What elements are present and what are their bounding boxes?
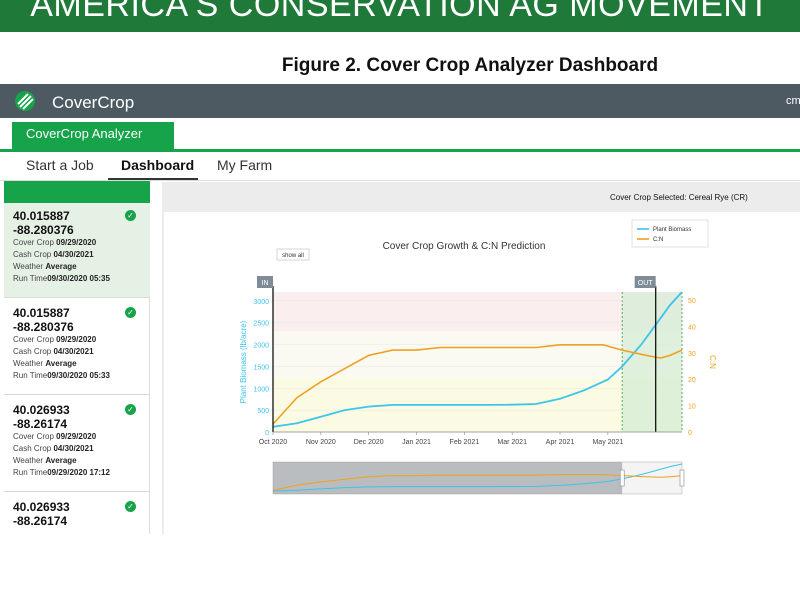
legend — [631, 219, 709, 248]
x-tick-label: May 2021 — [592, 439, 623, 446]
x-tick-label: Apr 2021 — [546, 439, 575, 446]
cash-crop-label: Cash Crop — [13, 347, 52, 356]
job-card[interactable]: 40.026933 -88.26174 Cover Crop 09/29/202… — [4, 397, 150, 492]
weather-label: Weather — [13, 456, 44, 465]
job-card[interactable]: 40.015887 -88.280376 Cover Crop 09/29/20… — [4, 203, 150, 298]
tab-start-a-job[interactable]: Start a Job — [26, 157, 94, 173]
chart-title: Cover Crop Growth & C:N Prediction — [383, 241, 546, 252]
cover-crop-label: Cover Crop — [13, 432, 54, 441]
x-tick-label: Dec 2020 — [354, 439, 384, 446]
x-tick-label: Feb 2021 — [450, 439, 480, 446]
selected-crop: Cover Crop Selected: Cereal Rye (CR) — [610, 193, 748, 202]
check-icon: ✓ — [125, 210, 136, 221]
tab-my-farm[interactable]: My Farm — [217, 157, 272, 173]
growth-chart: IN OUT 0 500 1000 1500 2000 2500 3000 0 10 20 30 40 5… — [239, 219, 717, 495]
chart-panel: IN OUT 0 500 1000 1500 2000 2500 3000 0 10 20 30 40 5… — [164, 212, 800, 534]
cash-crop-date: 04/30/2021 — [53, 250, 94, 259]
y2-tick-label: 20 — [688, 377, 696, 384]
tab-covercrop-analyzer[interactable]: CoverCrop Analyzer — [12, 122, 174, 152]
figure-title: Figure 2. Cover Crop Analyzer Dashboard — [281, 55, 659, 76]
y-axis-label: Plant Biomass (lb/acre) — [239, 320, 248, 403]
tab-dashboard[interactable]: Dashboard — [121, 157, 194, 173]
job-longitude: -88.280376 — [13, 320, 74, 334]
in-label: IN — [262, 280, 269, 287]
background-band — [273, 292, 682, 332]
y-tick-label: 0 — [265, 430, 269, 437]
y2-tick-label: 50 — [688, 298, 696, 305]
out-label: OUT — [638, 280, 654, 287]
job-card[interactable]: 40.026933 -88.26174 ✓ — [4, 494, 150, 589]
cover-crop-label: Cover Crop — [13, 335, 54, 344]
legend-label-biomass: Plant Biomass — [653, 227, 691, 233]
y-tick-label: 2000 — [253, 343, 269, 350]
run-time-value: 09/30/2020 05:33 — [47, 371, 110, 380]
run-time-label: Run Time — [13, 371, 48, 380]
x-tick-label: Oct 2020 — [259, 439, 288, 446]
job-list: 40.015887 -88.280376 Cover Crop 09/29/20… — [4, 181, 150, 534]
cover-crop-date: 09/29/2020 — [56, 432, 97, 441]
y-tick-label: 3000 — [253, 299, 269, 306]
run-time-value: 09/29/2020 17:12 — [47, 468, 110, 477]
show-all-label[interactable]: show all — [282, 253, 304, 259]
y2-axis-label: C:N — [708, 355, 717, 369]
x-tick-label: Mar 2021 — [497, 439, 527, 446]
range-slider-mask — [273, 462, 623, 494]
job-longitude: -88.26174 — [13, 514, 68, 528]
y2-tick-label: 30 — [688, 351, 696, 358]
job-list-header — [4, 181, 150, 203]
y2-tick-label: 0 — [688, 430, 692, 437]
job-card[interactable]: 40.015887 -88.280376 Cover Crop 09/29/20… — [4, 300, 150, 395]
x-tick-label: Nov 2020 — [306, 439, 336, 446]
banner-text: AMERICA'S CONSERVATION AG MOVEMENT — [30, 0, 770, 24]
weather-value: Average — [45, 359, 77, 368]
job-longitude: -88.26174 — [13, 417, 68, 431]
cash-crop-date: 04/30/2021 — [53, 347, 94, 356]
y2-tick-label: 10 — [688, 404, 696, 411]
check-icon: ✓ — [125, 501, 136, 512]
y2-tick-label: 40 — [688, 324, 696, 331]
cover-crop-date: 09/29/2020 — [56, 335, 97, 344]
harvest-window — [622, 292, 682, 432]
run-time-label: Run Time — [13, 468, 48, 477]
y-tick-label: 2500 — [253, 321, 269, 328]
covercrop-logo-icon — [15, 91, 35, 111]
job-longitude: -88.280376 — [13, 223, 74, 237]
check-icon: ✓ — [125, 404, 136, 415]
cash-crop-date: 04/30/2021 — [53, 444, 94, 453]
app-name[interactable]: CoverCrop — [52, 93, 134, 113]
app-header: CoverCrop cm — [0, 84, 800, 118]
user-menu[interactable]: cm — [786, 95, 800, 107]
weather-label: Weather — [13, 262, 44, 271]
background-band — [273, 331, 682, 378]
y-tick-label: 500 — [257, 408, 269, 415]
cash-crop-label: Cash Crop — [13, 444, 52, 453]
x-tick-label: Jan 2021 — [402, 439, 431, 446]
cash-crop-label: Cash Crop — [13, 250, 52, 259]
check-icon: ✓ — [125, 307, 136, 318]
range-handle-right[interactable] — [679, 469, 685, 487]
range-handle-left[interactable] — [619, 469, 625, 487]
run-time-label: Run Time — [13, 274, 48, 283]
cover-crop-label: Cover Crop — [13, 238, 54, 247]
weather-value: Average — [45, 456, 77, 465]
y-tick-label: 1000 — [253, 386, 269, 393]
cover-crop-date: 09/29/2020 — [56, 238, 97, 247]
run-time-value: 09/30/2020 05:35 — [47, 274, 110, 283]
weather-value: Average — [45, 262, 77, 271]
tab-underline — [0, 149, 800, 152]
y-tick-label: 1500 — [253, 364, 269, 371]
weather-label: Weather — [13, 359, 44, 368]
legend-label-cn: C:N — [653, 237, 663, 243]
banner: AMERICA'S CONSERVATION AG MOVEMENT — [0, 0, 800, 32]
